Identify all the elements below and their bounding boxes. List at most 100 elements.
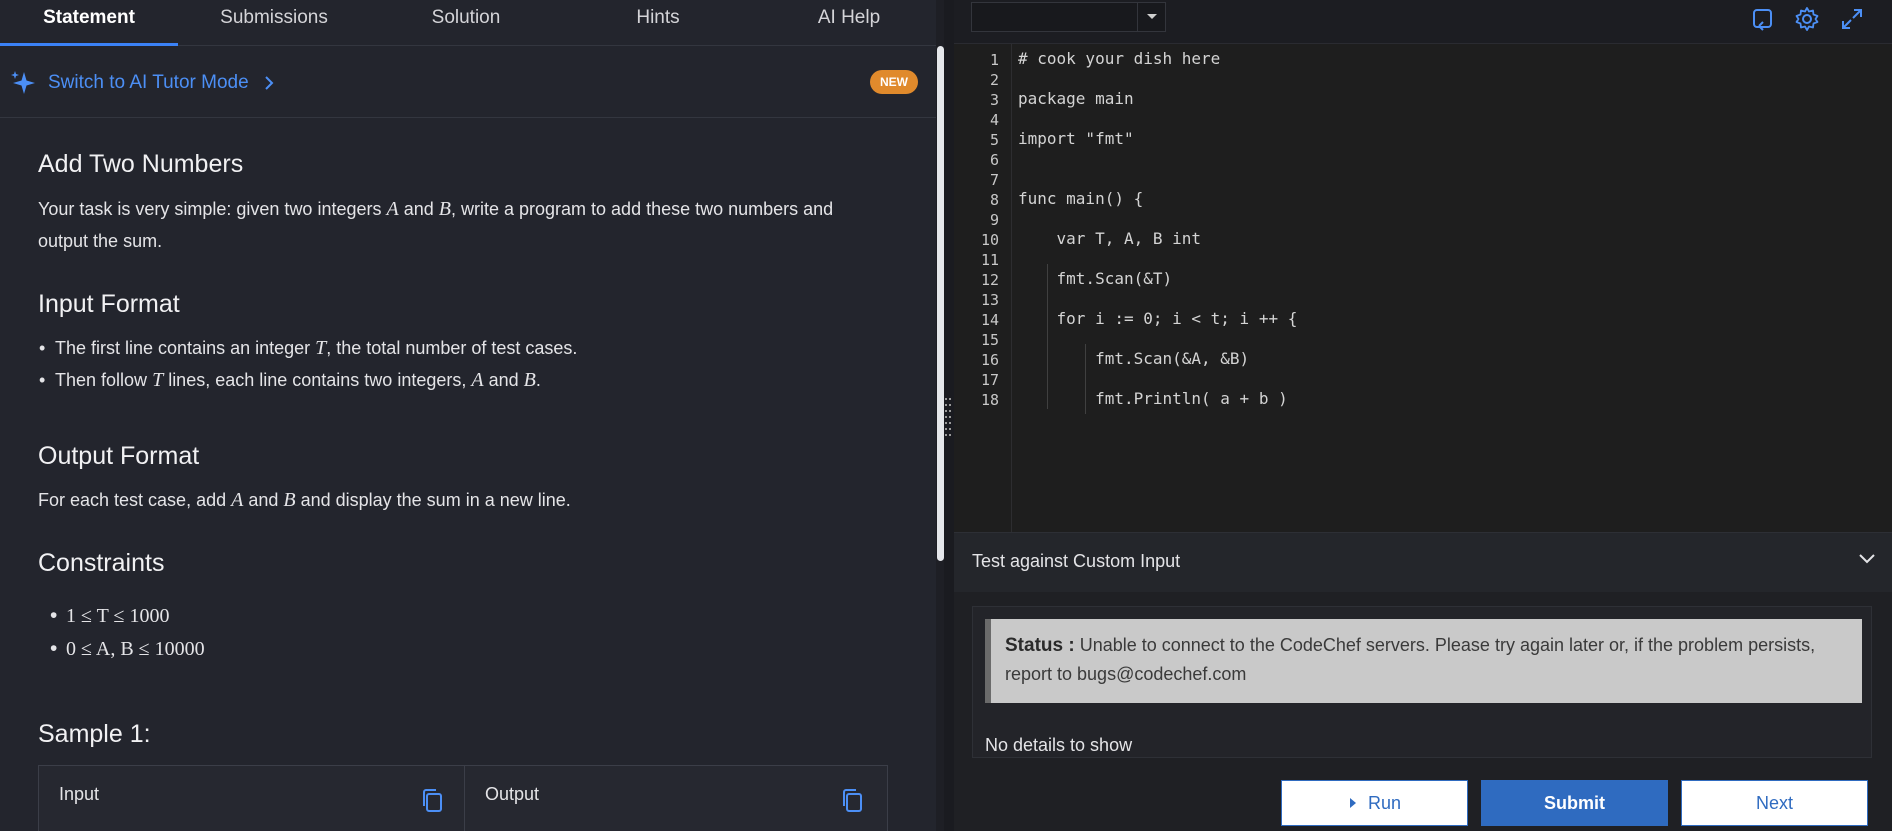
play-icon: [1349, 798, 1356, 808]
line-number: 13: [980, 291, 999, 309]
statement-text: Your task is very simple: given two inte…: [38, 199, 387, 219]
statement-text-post: , write a program to add these two numbe…: [450, 199, 834, 219]
statement-and: and: [398, 199, 439, 219]
language-select[interactable]: [971, 2, 1166, 32]
input-item-2: Then follow T lines, each line contains …: [39, 364, 541, 396]
problem-panel: Statement Submissions Solution Hints AI …: [0, 0, 936, 831]
chevron-down-icon[interactable]: [1137, 3, 1165, 31]
code-line[interactable]: package main: [1018, 89, 1134, 108]
ai-tutor-bar: Switch to AI Tutor Mode: [0, 46, 936, 118]
output-text: For each test case, add: [38, 490, 232, 510]
code-line[interactable]: fmt.Println( a + b ): [1018, 389, 1288, 408]
input-item-1: The first line contains an integer T, th…: [39, 332, 578, 364]
line-number: 16: [980, 351, 999, 369]
copy-icon[interactable]: [841, 788, 865, 814]
line-number: 5: [989, 131, 999, 149]
problem-statement: Your task is very simple: given two inte…: [38, 193, 878, 257]
editor-panel: 1 2 3 4 5 6 7 8 9 10 11 12 13 14 15 16 17 18 # cook your …: [954, 0, 1892, 831]
var-b: B: [283, 489, 296, 511]
line-number: 11: [980, 251, 999, 269]
sample-input-label: Input: [59, 784, 100, 804]
editor-toolbar: [954, 0, 1892, 44]
tab-submissions[interactable]: Submissions: [178, 0, 370, 46]
code-line[interactable]: func main() {: [1018, 189, 1143, 208]
switch-ai-tutor-label: Switch to AI Tutor Mode: [48, 72, 249, 93]
next-button[interactable]: Next: [1681, 780, 1868, 826]
code-line[interactable]: var T, A, B int: [1018, 229, 1202, 248]
output-post: and display the sum in a new line.: [295, 490, 571, 510]
code-editor[interactable]: 1 2 3 4 5 6 7 8 9 10 11 12 13 14 15 16 17 18 # cook your …: [954, 44, 1892, 532]
run-button[interactable]: Run: [1281, 780, 1468, 826]
problem-title: Add Two Numbers: [38, 150, 244, 178]
custom-input-label: Test against Custom Input: [972, 551, 1181, 571]
line-number: 15: [980, 331, 999, 349]
custom-input-toggle[interactable]: Test against Custom Input: [954, 532, 1892, 592]
output-format-text: For each test case, add A and B and disp…: [38, 484, 878, 516]
line-number: 10: [980, 231, 999, 249]
grip-icon[interactable]: [944, 396, 954, 440]
switch-ai-tutor-link[interactable]: Switch to AI Tutor Mode: [10, 68, 289, 98]
refresh-icon[interactable]: [1750, 6, 1776, 32]
line-number: 6: [989, 151, 999, 169]
tab-bar: Statement Submissions Solution Hints AI …: [0, 0, 936, 46]
line-number: 18: [980, 391, 999, 409]
var-t: T: [152, 369, 164, 391]
output-format-heading: Output Format: [38, 442, 200, 470]
sample-table: Input Output: [38, 765, 888, 831]
var-b: B: [523, 369, 536, 391]
status-message: Unable to connect to the CodeChef server…: [1005, 635, 1816, 684]
constraint-1: 1 ≤ T ≤ 1000: [50, 600, 170, 632]
input-item-1-text: The first line contains an integer: [55, 338, 316, 358]
tab-solution[interactable]: Solution: [370, 0, 562, 46]
chevron-right-icon: [264, 76, 274, 90]
constraint-1-text: 1 ≤ T ≤ 1000: [66, 605, 170, 627]
line-number: 4: [989, 111, 999, 129]
app-root: Statement Submissions Solution Hints AI …: [0, 0, 1892, 831]
no-details-text: No details to show: [985, 735, 1133, 755]
line-number: 7: [989, 171, 999, 189]
submit-button[interactable]: Submit: [1481, 780, 1668, 826]
input-item-1-post: , the total number of test cases.: [326, 338, 578, 358]
code-line[interactable]: fmt.Scan(&A, &B): [1018, 349, 1249, 368]
var-a: A: [471, 369, 484, 391]
sparkle-icon: [11, 71, 35, 94]
problem-scrollbar[interactable]: [937, 46, 944, 561]
tab-ai-help[interactable]: AI Help: [754, 0, 944, 46]
indent-guide: [1085, 344, 1086, 414]
gear-icon[interactable]: [1794, 6, 1820, 32]
line-number: 9: [989, 211, 999, 229]
var-b: B: [438, 198, 451, 220]
new-badge: NEW: [870, 70, 918, 94]
code-line[interactable]: for i := 0; i < t; i ++ {: [1018, 309, 1298, 328]
var-a: A: [386, 198, 399, 220]
expand-icon[interactable]: [1839, 6, 1865, 32]
run-label: Run: [1367, 793, 1402, 813]
line-number: 2: [989, 71, 999, 89]
line-number-gutter: 1 2 3 4 5 6 7 8 9 10 11 12 13 14 15 16 17 18: [954, 44, 1012, 532]
line-number: 17: [980, 371, 999, 389]
input-item-2-end: .: [535, 370, 541, 390]
tab-statement[interactable]: Statement: [0, 0, 178, 46]
code-line[interactable]: fmt.Scan(&T): [1018, 269, 1173, 288]
indent-guide: [1047, 264, 1048, 409]
code-line[interactable]: import "fmt": [1018, 129, 1134, 148]
constraints-heading: Constraints: [38, 549, 165, 577]
input-item-2-and: and: [483, 370, 524, 390]
line-number: 8: [989, 191, 999, 209]
constraint-2: 0 ≤ A, B ≤ 10000: [50, 633, 205, 665]
status-message-box: Status : Unable to connect to the CodeCh…: [985, 619, 1862, 703]
sample-heading: Sample 1:: [38, 720, 151, 748]
code-line[interactable]: # cook your dish here: [1018, 49, 1220, 68]
copy-icon[interactable]: [421, 788, 445, 814]
input-item-2-mid: lines, each line contains two integers,: [163, 370, 472, 390]
statement-line2: output the sum.: [38, 231, 163, 251]
tab-hints[interactable]: Hints: [562, 0, 754, 46]
line-number: 1: [989, 51, 999, 69]
chevron-down-icon[interactable]: [1858, 553, 1876, 565]
constraint-2-text: 0 ≤ A, B ≤ 10000: [66, 638, 205, 660]
input-item-2-text: Then follow: [55, 370, 153, 390]
status-label: Status :: [1005, 635, 1075, 656]
var-a: A: [231, 489, 244, 511]
input-format-heading: Input Format: [38, 290, 180, 318]
results-panel: Status : Unable to connect to the CodeCh…: [972, 606, 1872, 758]
